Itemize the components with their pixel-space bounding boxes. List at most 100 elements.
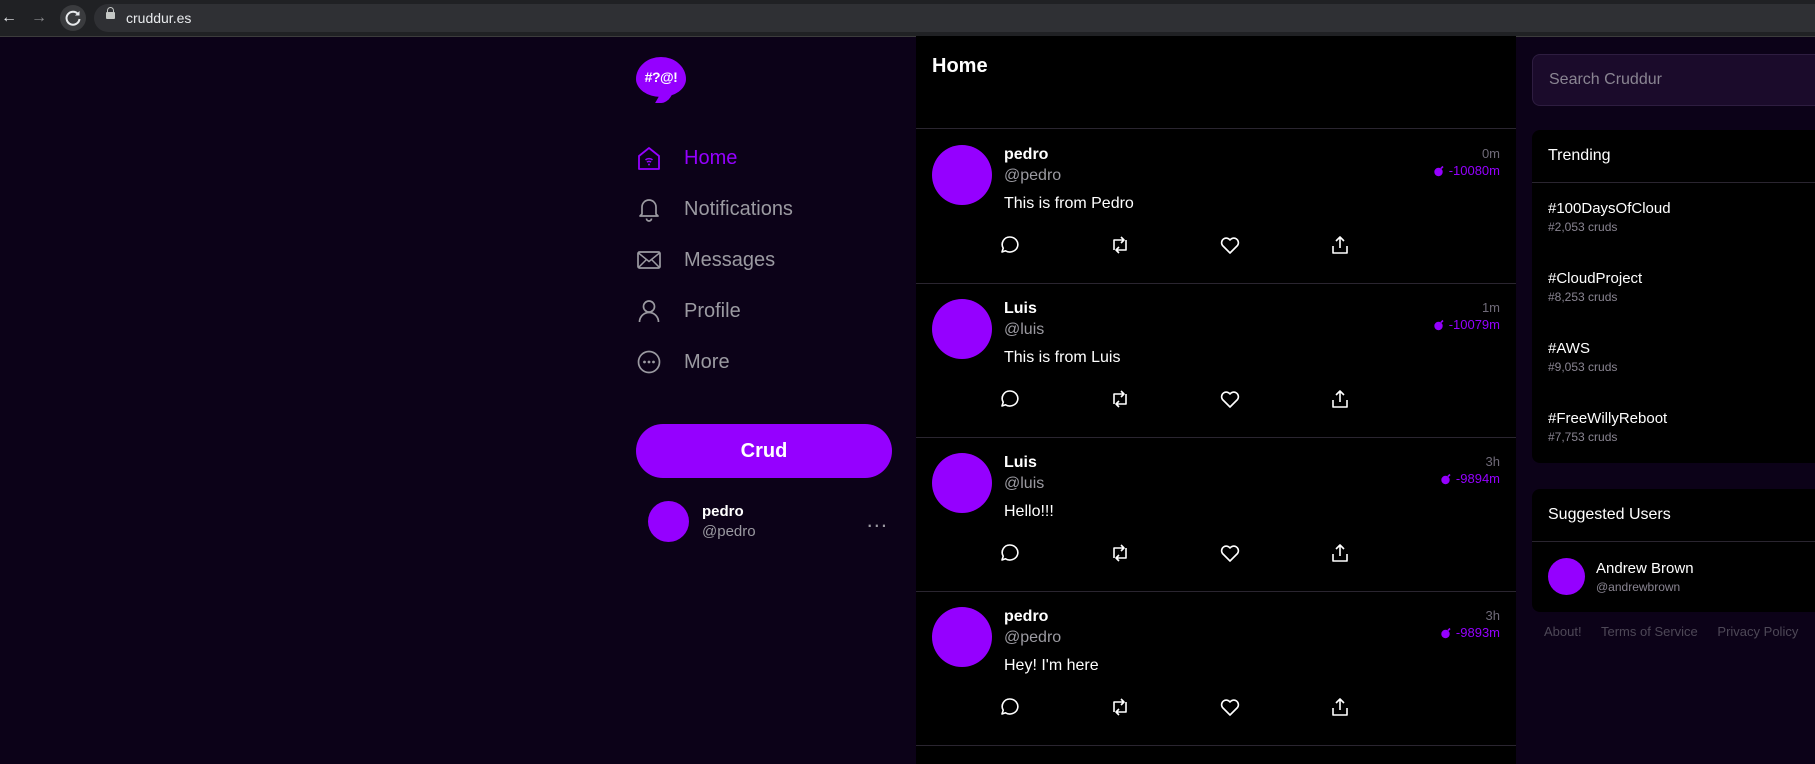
sidebar-item-notifications[interactable]: Notifications bbox=[636, 189, 896, 229]
repost-icon[interactable] bbox=[1108, 387, 1132, 411]
avatar[interactable] bbox=[932, 607, 992, 667]
avatar[interactable] bbox=[932, 145, 992, 205]
more-dots-icon[interactable]: ... bbox=[867, 507, 888, 533]
right-sidebar: Trending #100DaysOfCloud #2,053 cruds #C… bbox=[1516, 36, 1815, 764]
post-author-handle[interactable]: @pedro bbox=[1004, 167, 1061, 185]
post-author-name[interactable]: pedro bbox=[1004, 146, 1048, 164]
reply-icon[interactable] bbox=[998, 233, 1022, 257]
cruddur-logo[interactable]: #?@! bbox=[636, 57, 686, 97]
trend-item[interactable]: #100DaysOfCloud #2,053 cruds bbox=[1532, 183, 1815, 253]
share-icon[interactable] bbox=[1328, 233, 1352, 257]
post-expiry-value: -9894m bbox=[1455, 471, 1500, 486]
post-expiry: -10080m bbox=[1433, 163, 1500, 178]
heart-icon[interactable] bbox=[1218, 541, 1242, 565]
feed-post[interactable]: Luis @luis This is from Luis 1m -10079m bbox=[916, 283, 1516, 438]
share-icon[interactable] bbox=[1328, 695, 1352, 719]
current-user-name: pedro bbox=[702, 503, 744, 520]
trend-tag: #AWS bbox=[1548, 340, 1590, 357]
feed-header: Home bbox=[916, 36, 1516, 129]
current-user-card[interactable]: pedro @pedro ... bbox=[648, 501, 888, 545]
bomb-icon bbox=[1433, 319, 1444, 330]
feed-post[interactable]: pedro @pedro Hey! I'm here 3h -9893m bbox=[916, 591, 1516, 746]
heart-icon[interactable] bbox=[1218, 387, 1242, 411]
sidebar-item-label: Home bbox=[684, 146, 738, 169]
sidebar-item-label: Profile bbox=[684, 299, 741, 322]
feed-post[interactable]: pedro @pedro This is from Pedro 0m -10080m bbox=[916, 129, 1516, 284]
suggested-user[interactable]: Andrew Brown @andrewbrown bbox=[1532, 542, 1815, 612]
post-expiry: -10079m bbox=[1433, 317, 1500, 332]
trend-item[interactable]: #FreeWillyReboot #7,753 cruds bbox=[1532, 393, 1815, 463]
share-icon[interactable] bbox=[1328, 387, 1352, 411]
trending-title: Trending bbox=[1532, 130, 1815, 183]
post-time: 1m bbox=[1481, 300, 1500, 315]
bomb-icon bbox=[1433, 165, 1444, 176]
envelope-icon bbox=[636, 247, 662, 273]
trend-count: #7,753 cruds bbox=[1548, 430, 1618, 444]
post-actions bbox=[998, 233, 1418, 257]
post-expiry-value: -10079m bbox=[1448, 317, 1500, 332]
post-actions bbox=[998, 541, 1418, 565]
sidebar-item-label: Notifications bbox=[684, 197, 793, 220]
post-text: This is from Pedro bbox=[1004, 195, 1134, 212]
search-input[interactable] bbox=[1532, 54, 1815, 106]
avatar[interactable] bbox=[932, 299, 992, 359]
heart-icon[interactable] bbox=[1218, 233, 1242, 257]
address-bar[interactable]: cruddur.es bbox=[94, 4, 1815, 32]
post-author-handle[interactable]: @luis bbox=[1004, 475, 1044, 493]
share-icon[interactable] bbox=[1328, 541, 1352, 565]
suggested-users-panel: Suggested Users Andrew Brown @andrewbrow… bbox=[1532, 489, 1815, 612]
avatar bbox=[648, 501, 689, 542]
home-icon bbox=[636, 145, 662, 171]
home-feed: Home pedro @pedro This is from Pedro 0m -100… bbox=[916, 36, 1516, 764]
reply-icon[interactable] bbox=[998, 541, 1022, 565]
about-link[interactable]: About! bbox=[1544, 624, 1582, 639]
trend-item[interactable]: #CloudProject #8,253 cruds bbox=[1532, 253, 1815, 323]
post-author-name[interactable]: Luis bbox=[1004, 454, 1037, 472]
sidebar-item-more[interactable]: More bbox=[636, 342, 896, 382]
sidebar-item-messages[interactable]: Messages bbox=[636, 240, 896, 280]
reload-icon bbox=[65, 10, 81, 26]
post-time: 3h bbox=[1485, 454, 1500, 469]
avatar[interactable] bbox=[932, 453, 992, 513]
avatar bbox=[1548, 558, 1585, 595]
post-expiry-value: -10080m bbox=[1448, 163, 1500, 178]
post-time: 3h bbox=[1485, 608, 1500, 623]
reload-button[interactable] bbox=[60, 5, 86, 31]
bell-icon bbox=[636, 196, 662, 222]
trend-count: #9,053 cruds bbox=[1548, 360, 1618, 374]
post-expiry-value: -9893m bbox=[1455, 625, 1500, 640]
sidebar-item-profile[interactable]: Profile bbox=[636, 291, 896, 331]
post-actions bbox=[998, 387, 1418, 411]
repost-icon[interactable] bbox=[1108, 233, 1132, 257]
post-author-name[interactable]: Luis bbox=[1004, 300, 1037, 318]
sidebar-item-label: Messages bbox=[684, 248, 776, 271]
repost-icon[interactable] bbox=[1108, 541, 1132, 565]
browser-toolbar: ← → cruddur.es bbox=[0, 0, 1815, 37]
crud-button[interactable]: Crud bbox=[636, 424, 892, 478]
forward-arrow-icon[interactable]: → bbox=[30, 9, 48, 27]
sidebar-item-home[interactable]: Home bbox=[636, 138, 896, 178]
post-author-handle[interactable]: @luis bbox=[1004, 321, 1044, 339]
footer-links: About! Terms of Service Privacy Policy bbox=[1544, 624, 1814, 639]
terms-link[interactable]: Terms of Service bbox=[1601, 624, 1698, 639]
repost-icon[interactable] bbox=[1108, 695, 1132, 719]
post-text: Hello!!! bbox=[1004, 503, 1054, 520]
heart-icon[interactable] bbox=[1218, 695, 1242, 719]
left-sidebar: #?@! Home Notifications Messages Profile… bbox=[636, 36, 916, 764]
feed-post[interactable]: Luis @luis Hello!!! 3h -9894m bbox=[916, 437, 1516, 592]
privacy-link[interactable]: Privacy Policy bbox=[1717, 624, 1798, 639]
trend-tag: #FreeWillyReboot bbox=[1548, 410, 1668, 427]
post-author-name[interactable]: pedro bbox=[1004, 608, 1048, 626]
post-actions bbox=[998, 695, 1418, 719]
url-text: cruddur.es bbox=[126, 10, 192, 26]
more-circle-icon bbox=[636, 349, 662, 375]
reply-icon[interactable] bbox=[998, 695, 1022, 719]
post-author-handle[interactable]: @pedro bbox=[1004, 629, 1061, 647]
bomb-icon bbox=[1441, 627, 1451, 638]
suggested-user-name: Andrew Brown bbox=[1596, 560, 1694, 577]
back-arrow-icon[interactable]: ← bbox=[0, 9, 18, 27]
trend-item[interactable]: #AWS #9,053 cruds bbox=[1532, 323, 1815, 393]
reply-icon[interactable] bbox=[998, 387, 1022, 411]
post-expiry: -9893m bbox=[1440, 625, 1500, 640]
sidebar-item-label: More bbox=[684, 350, 730, 373]
